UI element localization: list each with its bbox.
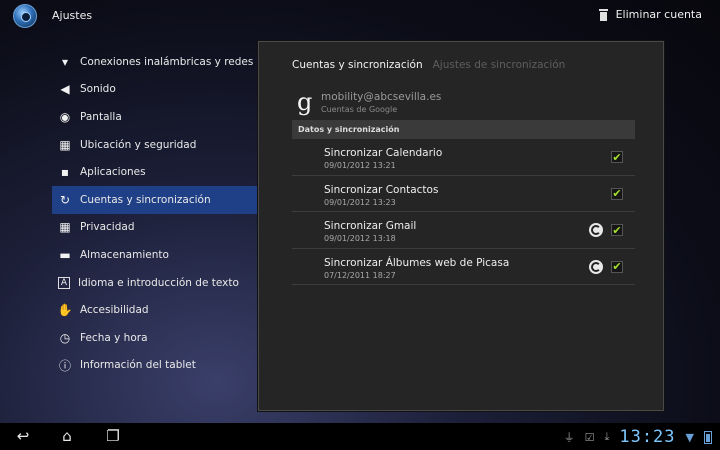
trash-icon [598,8,608,21]
sidebar-item-sound[interactable]: ◀ Sonido [52,76,258,104]
sync-checkbox[interactable]: ✔ [611,151,623,163]
sidebar-item-wireless[interactable]: ▾ Conexiones inalámbricas y redes [52,48,258,76]
sidebar-item-label: Accesibilidad [80,304,149,317]
sync-item-picasa[interactable]: Sincronizar Álbumes web de Picasa 07/12/… [292,249,635,285]
sync-list: Sincronizar Calendario 09/01/2012 13:21 … [292,139,635,285]
sidebar-item-language[interactable]: A Idioma e introducción de texto [52,269,258,297]
sidebar-item-label: Ubicación y seguridad [80,138,197,151]
sidebar-item-label: Fecha y hora [80,331,148,344]
app-title: Ajustes [52,9,93,22]
sidebar-item-tablet-info[interactable]: ⓘ Información del tablet [52,352,258,380]
usb-icon: ⏚ [563,431,575,444]
sidebar-item-location-security[interactable]: ▦ Ubicación y seguridad [52,131,258,159]
display-icon: ◉ [59,109,71,124]
panel-tabs: Cuentas y sincronización Ajustes de sinc… [292,59,565,71]
back-icon[interactable]: ↩ [12,427,34,445]
home-icon[interactable]: ⌂ [56,427,78,445]
sidebar-item-accounts-sync[interactable]: ↻ Cuentas y sincronización [52,185,258,214]
sidebar-item-label: Sonido [80,83,116,96]
sidebar-item-label: Almacenamiento [80,248,169,261]
sync-checkbox[interactable]: ✔ [611,224,623,236]
delete-account-button[interactable]: Eliminar cuenta [598,8,702,21]
task-icon: ☑ [584,430,595,444]
status-area[interactable]: ⏚ ☑ ⤓ 13:23 ▼ [564,426,712,448]
wifi-icon: ▾ [61,54,69,69]
account-type: Cuentas de Google [321,105,398,114]
sync-arrows-icon: ↻ [59,192,71,207]
speaker-icon: ◀ [60,82,70,97]
recent-apps-icon[interactable]: ❐ [102,427,124,445]
google-g-icon: g [297,88,313,116]
sidebar-item-accessibility[interactable]: ✋ Accesibilidad [52,296,258,324]
sidebar-item-label: Información del tablet [80,359,196,372]
sync-checkbox[interactable]: ✔ [611,260,623,273]
action-bar: Ajustes Eliminar cuenta [0,0,720,32]
sidebar-item-label: Idioma e introducción de texto [78,276,239,289]
clock: 13:23 [619,427,676,447]
system-bar: ↩ ⌂ ❐ ⏚ ☑ ⤓ 13:23 ▼ [0,423,720,450]
apps-icon: ▪ [60,165,70,180]
delete-account-label: Eliminar cuenta [615,8,702,21]
privacy-grid-icon: ▦ [59,220,71,235]
sidebar-item-storage[interactable]: ▬ Almacenamiento [52,241,258,269]
sidebar-item-display[interactable]: ◉ Pantalla [52,103,258,131]
sync-item-calendar[interactable]: Sincronizar Calendario 09/01/2012 13:21 … [292,139,635,176]
settings-app-icon[interactable] [13,4,37,28]
sidebar-item-label: Conexiones inalámbricas y redes [80,55,254,68]
language-a-icon: A [58,276,70,289]
info-icon: ⓘ [58,358,71,373]
sync-item-date: 09/01/2012 13:21 [324,161,396,170]
section-header: Datos y sincronización [292,120,635,139]
sidebar-item-label: Privacidad [80,221,135,234]
sidebar-item-label: Cuentas y sincronización [80,193,211,206]
sidebar-item-label: Aplicaciones [80,166,146,179]
sync-item-date: 09/01/2012 13:18 [324,234,396,243]
sidebar-item-date-time[interactable]: ◷ Fecha y hora [52,324,258,352]
sync-item-title: Sincronizar Contactos [324,183,439,196]
hand-icon: ✋ [57,303,73,318]
wifi-signal-icon: ▼ [685,430,694,444]
syncing-icon [589,223,603,237]
sync-item-contacts[interactable]: Sincronizar Contactos 09/01/2012 13:23 ✔ [292,176,635,212]
storage-icon: ▬ [59,247,71,262]
sync-item-title: Sincronizar Calendario [324,147,443,159]
sidebar-item-label: Pantalla [80,110,122,123]
clock-icon: ◷ [59,330,71,345]
sync-item-title: Sincronizar Álbumes web de Picasa [324,256,510,269]
syncing-icon [589,259,603,274]
battery-icon [704,430,712,444]
account-email: mobility@abcsevilla.es [321,91,442,103]
sync-item-date: 07/12/2011 18:27 [324,270,396,280]
google-account-row: g mobility@abcsevilla.es Cuentas de Goog… [295,90,635,118]
account-sync-panel: Cuentas y sincronización Ajustes de sinc… [258,41,664,411]
download-icon: ⤓ [604,430,610,443]
sidebar-item-privacy[interactable]: ▦ Privacidad [52,214,258,242]
sidebar-item-applications[interactable]: ▪ Aplicaciones [52,158,258,186]
sync-item-date: 09/01/2012 13:23 [324,197,396,207]
tab-accounts-sync[interactable]: Cuentas y sincronización [292,59,423,71]
sync-checkbox[interactable]: ✔ [611,187,623,200]
sync-item-gmail[interactable]: Sincronizar Gmail 09/01/2012 13:18 ✔ [292,212,635,249]
sync-item-title: Sincronizar Gmail [324,220,417,232]
settings-sidebar: ▾ Conexiones inalámbricas y redes ◀ Soni… [52,48,258,379]
tab-sync-settings[interactable]: Ajustes de sincronización [433,59,566,71]
location-grid-icon: ▦ [59,137,71,152]
